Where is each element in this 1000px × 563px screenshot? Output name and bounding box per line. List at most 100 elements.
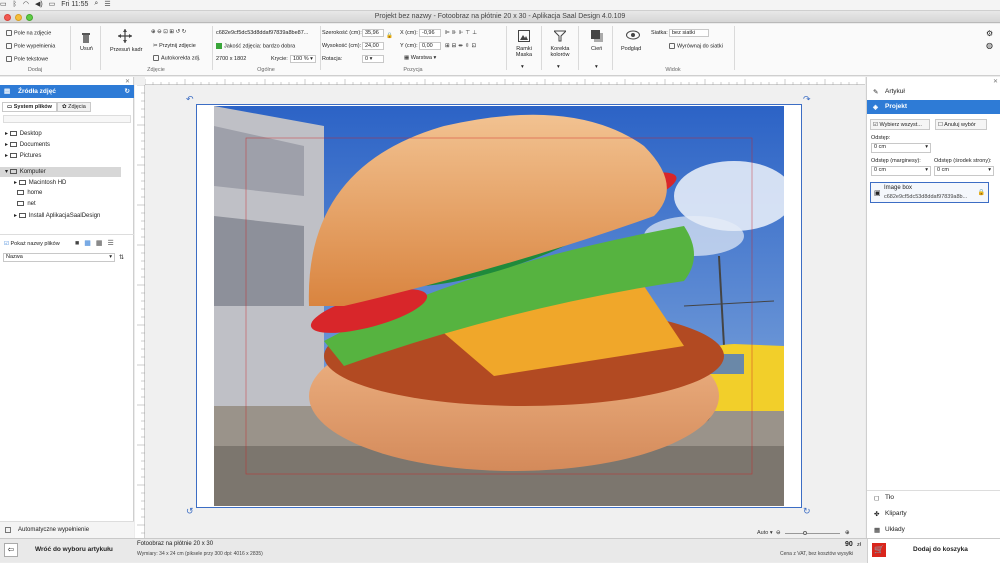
align-center-icon[interactable]: ⊪: [452, 30, 459, 36]
rotate-handle-icon[interactable]: ↺: [186, 506, 194, 517]
path-bar[interactable]: [3, 115, 131, 123]
tab-photos[interactable]: ✿ Zdjęcia: [56, 102, 91, 112]
align-left-icon[interactable]: ⊫: [445, 30, 452, 36]
battery-icon[interactable]: ▭: [49, 0, 56, 8]
price-note: Cena z VAT, bez kosztów wysyłki: [780, 551, 854, 557]
zoom-slider-thumb[interactable]: [803, 531, 807, 535]
bluetooth-icon[interactable]: ᛒ: [13, 1, 17, 8]
tree-item-home[interactable]: home: [14, 190, 42, 196]
fill-icon[interactable]: ⊞: [169, 29, 174, 35]
cliparts-row[interactable]: ✤ Kliparty: [867, 507, 1000, 521]
add-fill-field-button[interactable]: Pole wypełnienia: [6, 43, 55, 49]
add-to-cart-button[interactable]: 🛒 Dodaj do koszyka: [867, 539, 1000, 563]
add-photo-field-button[interactable]: Pole na zdjęcie: [6, 30, 51, 36]
margins-select[interactable]: 0 cm ▾: [871, 166, 931, 176]
autocorrect-checkbox[interactable]: Autokorekta zdj.: [153, 55, 200, 61]
tree-item-install[interactable]: ▸ Install AplikacjaSaalDesign: [14, 212, 100, 219]
photo-image[interactable]: [214, 106, 784, 506]
dropdown-arrow-icon: ▾: [557, 64, 560, 70]
view-list-icon[interactable]: ☰: [107, 240, 118, 247]
sort-select[interactable]: Nazwa ▾: [3, 253, 115, 262]
panel-close-icon[interactable]: ✕: [993, 78, 998, 85]
distribute-h-icon[interactable]: ⊞: [445, 43, 452, 49]
tree-item-documents[interactable]: ▸ Documents: [5, 141, 50, 148]
page-center-select[interactable]: 0 cm ▾: [934, 166, 994, 176]
zoom-slider-track[interactable]: [785, 533, 840, 534]
height-input[interactable]: 24,00: [362, 42, 384, 50]
wifi-icon[interactable]: ◠: [23, 0, 29, 8]
ribbon-separator: [212, 26, 213, 70]
back-arrow-icon[interactable]: ⇦: [4, 543, 18, 557]
search-icon[interactable]: ⌕: [94, 0, 98, 8]
project-row[interactable]: ◈ Projekt: [867, 100, 1000, 114]
layer-button[interactable]: ▦ Warstwa ▾: [404, 55, 436, 61]
article-row[interactable]: ✎ Artykuł: [867, 85, 1000, 99]
tree-item-pictures[interactable]: ▸ Pictures: [5, 152, 41, 159]
zoom-in-icon[interactable]: ⊕: [845, 530, 850, 536]
rotation-input[interactable]: 0 ▾: [362, 55, 384, 63]
back-to-article-button[interactable]: Wróć do wyboru artykułu: [35, 546, 113, 553]
align-middle-icon[interactable]: ⊥: [472, 30, 479, 36]
zoom-select[interactable]: Auto ▾: [757, 530, 773, 536]
opacity-field[interactable]: 100 % ▾: [290, 55, 316, 63]
margins-label: Odstęp (marginesy):: [871, 158, 921, 164]
flip-h-icon[interactable]: ⇹: [458, 43, 465, 49]
tree-item-net[interactable]: net: [14, 201, 36, 207]
panel-divider[interactable]: [0, 234, 134, 235]
disk-icon: [18, 212, 26, 218]
select-all-button[interactable]: ☑ Wybierz wszyst...: [870, 119, 930, 130]
settings-gear-icon[interactable]: ⚙: [986, 29, 993, 38]
lock-icon[interactable]: 🔒: [386, 33, 393, 39]
rotate-left-icon[interactable]: ↺: [176, 29, 181, 35]
deselect-button[interactable]: ☐ Anuluj wybór: [935, 119, 987, 130]
spacing-label: Odstęp:: [871, 135, 891, 141]
rotate-handle-icon[interactable]: ↷: [803, 94, 811, 105]
fit-icon[interactable]: ⊡: [163, 29, 168, 35]
show-filenames-checkbox[interactable]: ☑ Pokaż nazwy plików: [4, 241, 60, 247]
zoom-out-icon[interactable]: ⊖: [776, 530, 781, 536]
refresh-icon[interactable]: ↻: [125, 87, 130, 95]
photo-sources-panel: ✕ ▤ Źródła zdjęć ↻ ▭ System plików ✿ Zdj…: [0, 77, 134, 538]
list-icon[interactable]: ☰: [104, 0, 110, 8]
view-small-icon[interactable]: ▦: [96, 240, 108, 247]
background-row[interactable]: ◻ Tło: [867, 491, 1000, 505]
rotate-handle-icon[interactable]: ↻: [803, 506, 811, 517]
tree-item-computer[interactable]: ▾ Komputer: [5, 168, 46, 175]
y-input[interactable]: 0,00: [419, 42, 441, 50]
clock[interactable]: Fri 11:55: [61, 1, 88, 8]
product-name: Fotoobraz na płótnie 20 x 30: [137, 541, 214, 547]
tree-item-desktop[interactable]: ▸ Desktop: [5, 130, 42, 137]
tab-file-system[interactable]: ▭ System plików: [2, 102, 57, 112]
view-large-icon[interactable]: ■: [75, 240, 84, 247]
filter-icon: [552, 30, 568, 42]
page-center-label: Odstęp (środek strony):: [934, 158, 992, 164]
globe-icon[interactable]: ◍: [986, 41, 993, 50]
rotate-handle-icon[interactable]: ↶: [186, 94, 194, 105]
sort-direction-icon[interactable]: ⇅: [119, 254, 124, 261]
menu-bar: ▭ ᛒ ◠ ◀) ▭ Fri 11:55 ⌕ ☰: [0, 0, 1000, 11]
snap-to-grid-checkbox[interactable]: Wyrównaj do siatki: [669, 43, 723, 49]
panel-close-icon[interactable]: ✕: [125, 78, 130, 85]
layouts-row[interactable]: ▦ Układy: [867, 523, 1000, 537]
grid-select[interactable]: bez siatki: [669, 29, 709, 37]
disk-icon: [18, 179, 26, 185]
crop-photo-button[interactable]: ✂ Przytnij zdjęcie: [153, 43, 196, 49]
image-box-item[interactable]: ▣ Image box c682e9cf5dc53d8ddaf97839a8b.…: [870, 182, 989, 203]
spacing-select[interactable]: 0 cm ▾: [871, 143, 931, 153]
zoom-in-icon[interactable]: ⊕: [151, 29, 156, 35]
move-icon: [118, 29, 132, 43]
volume-icon[interactable]: ◀): [35, 0, 43, 8]
group-label-dodaj: Dodaj: [27, 67, 43, 73]
x-input[interactable]: -0,96: [419, 29, 441, 37]
view-grid-icon[interactable]: ▦: [84, 240, 96, 247]
tree-item-macintosh-hd[interactable]: ▸ Macintosh HD: [14, 179, 66, 186]
cast-icon[interactable]: ▭: [0, 0, 7, 8]
add-text-field-button[interactable]: Pole tekstowe: [6, 56, 48, 62]
width-input[interactable]: 35,96: [362, 29, 384, 37]
lock-icon[interactable]: 🔒: [978, 189, 985, 196]
rotate-right-icon[interactable]: ↻: [182, 29, 187, 35]
center-page-icon[interactable]: ⊡: [471, 43, 478, 49]
window-title: Projekt bez nazwy - Fotoobraz na płótnie…: [374, 13, 626, 20]
zoom-out-icon[interactable]: ⊖: [157, 29, 162, 35]
auto-fill-row[interactable]: Automatyczne wypełnienie: [0, 521, 134, 538]
